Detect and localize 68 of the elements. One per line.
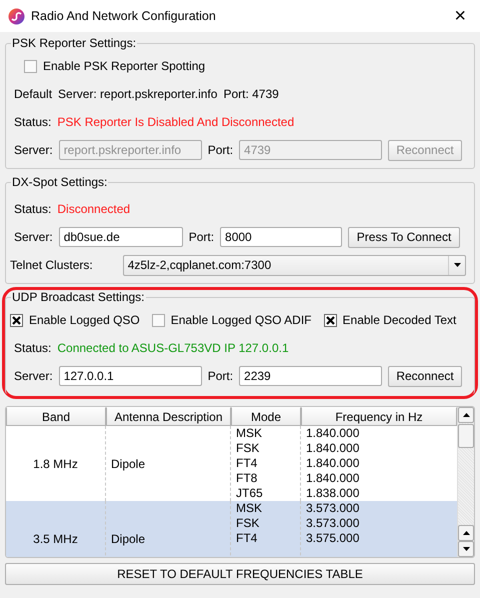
mode-cell-text: FT8	[235, 471, 258, 486]
status-text: Disconnected	[57, 202, 130, 216]
column-header[interactable]: Mode	[231, 407, 301, 426]
band-cell: 1.8 MHz	[33, 456, 78, 470]
panel-legend: UDP Broadcast Settings:	[11, 290, 146, 304]
checkbox[interactable]	[324, 314, 337, 326]
panel-legend: PSK Reporter Settings:	[11, 36, 138, 50]
connect-button[interactable]: Press To Connect	[348, 226, 460, 248]
checkbox-label: Enable Logged QSO	[29, 313, 140, 327]
server-field[interactable]: 127.0.0.1	[58, 366, 202, 386]
frequency-cell-text: 3.573.000	[305, 516, 360, 531]
antenna-cell: Dipole	[111, 456, 146, 470]
frequency-cell-text: 3.573.000	[305, 501, 360, 516]
server-label: Server:	[14, 230, 53, 244]
status-label: Status:	[14, 115, 52, 129]
scrollbar[interactable]	[457, 407, 474, 557]
frequency-cell-text: 1.840.000	[305, 441, 360, 456]
antenna-cell: Dipole	[111, 532, 146, 546]
status-text: PSK Reporter Is Disabled And Disconnected	[57, 115, 294, 129]
scroll-thumb[interactable]	[458, 424, 474, 448]
frequency-cell-text: 1.840.000	[305, 471, 360, 486]
frequency-cell-text: 3.575.000	[305, 531, 360, 546]
port-field[interactable]: 2239	[239, 366, 382, 386]
table-row[interactable]: 3.5 MHz Dipole MSK FSK FT4 3.573.000 3.573.000 3.575.000	[6, 501, 457, 557]
server-field[interactable]: db0sue.de	[58, 227, 183, 247]
checkbox[interactable]	[152, 314, 165, 326]
clusters-label: Telnet Clusters:	[10, 258, 93, 272]
port-label: Port:	[208, 369, 234, 383]
frequency-cell-text: 1.840.000	[305, 426, 360, 441]
column-header[interactable]: Antenna Description	[106, 407, 231, 426]
panel-legend: DX-Spot Settings:	[11, 175, 108, 189]
scroll-up-icon	[462, 531, 470, 535]
status-label: Status:	[14, 341, 52, 355]
checkbox-label: Enable PSK Reporter Spotting	[43, 59, 206, 73]
scroll-down-icon	[462, 547, 470, 551]
close-button[interactable]: ×	[448, 6, 472, 26]
band-cell: 3.5 MHz	[33, 532, 78, 546]
port-label: Port:	[208, 143, 234, 157]
mode-cell-text: JT65	[235, 486, 264, 501]
status-text: Connected to ASUS-GL753VD IP 127.0.0.1	[57, 341, 289, 355]
mode-cell-text: MSK	[235, 501, 264, 516]
server-label: Server:	[14, 369, 53, 383]
app-logo-icon	[8, 8, 25, 24]
default-server-text: Server: report.pskreporter.info	[58, 87, 218, 101]
scroll-up-icon	[462, 413, 470, 417]
clusters-dropdown[interactable]: 4z5lz-2,cqplanet.com:7300	[122, 254, 466, 276]
frequency-cell-text: 1.840.000	[305, 456, 360, 471]
column-header[interactable]: Band	[6, 407, 106, 426]
mode-cell-text: FSK	[235, 441, 260, 456]
port-label: Port:	[188, 230, 214, 244]
status-label: Status:	[14, 202, 52, 216]
window-title: Radio And Network Configuration	[31, 9, 217, 23]
checkbox-label: Enable Logged QSO ADIF	[170, 313, 312, 327]
default-label: Default	[14, 87, 52, 101]
dropdown-arrow-icon	[454, 263, 460, 267]
mode-cell-text: MSK	[235, 426, 264, 441]
column-header[interactable]: Frequency in Hz	[301, 407, 457, 426]
mode-cell-text: FT4	[235, 531, 258, 546]
connect-button[interactable]: Reconnect	[388, 366, 462, 386]
frequency-cell-text: 1.838.000	[305, 486, 360, 501]
mode-cell-text: FSK	[235, 516, 260, 531]
mode-cell-text: FT4	[235, 456, 258, 471]
default-port-text: Port: 4739	[223, 87, 279, 101]
checkbox-label: Enable Decoded Text	[342, 313, 456, 327]
reset-button[interactable]: RESET TO DEFAULT FREQUENCIES TABLE	[5, 563, 475, 585]
server-label: Server:	[14, 143, 53, 157]
port-field[interactable]: 8000	[220, 227, 342, 247]
checkbox[interactable]	[10, 314, 23, 326]
